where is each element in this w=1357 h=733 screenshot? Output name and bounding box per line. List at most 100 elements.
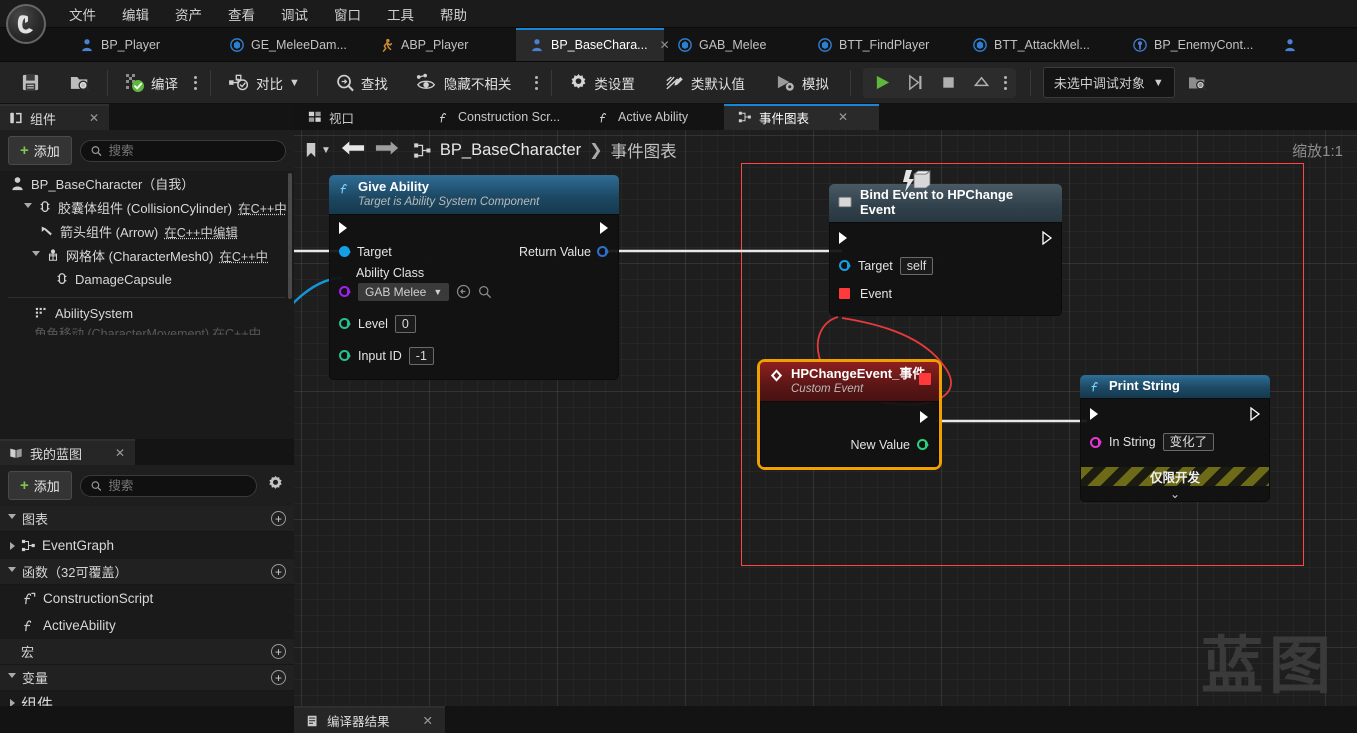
blueprint-canvas[interactable]: 蓝图 ▼ BP_BaseCharacter ❯ 事件图表 缩放1:1 Give … (294, 130, 1357, 733)
nav-forward-button[interactable] (375, 139, 399, 162)
graph-tab-construction-script[interactable]: Construction Scr... (424, 104, 584, 130)
class-defaults-button[interactable]: 类默认值 (656, 68, 754, 98)
node-print-string[interactable]: Print String In String 变化了 仅限开发 ⌄ (1080, 375, 1270, 502)
play-button[interactable] (867, 70, 898, 95)
exec-in-pin[interactable] (838, 231, 849, 245)
menu-item-file[interactable]: 文件 (56, 1, 109, 27)
components-search-input[interactable] (108, 143, 275, 158)
input-id-value-input[interactable]: -1 (408, 346, 434, 365)
add-variable-button[interactable]: + (271, 670, 286, 685)
component-row-charactermesh0[interactable]: 网格体 (CharacterMesh0) 在C++中 (0, 243, 294, 267)
menu-item-edit[interactable]: 编辑 (109, 1, 162, 27)
expand-node-chevron-icon[interactable]: ⌄ (1081, 487, 1269, 501)
node-bind-event-to-hpchange[interactable]: Bind Event to HPChange Event Target self (829, 184, 1062, 316)
graph-tab-active-ability[interactable]: Active Ability (584, 104, 724, 130)
compiler-results-tab[interactable]: 编译器结果 ✕ (294, 706, 445, 733)
menu-item-debug[interactable]: 调试 (268, 1, 321, 27)
stop-button[interactable] (933, 70, 964, 95)
asset-tab-bp-player[interactable]: BP_Player (66, 28, 216, 61)
close-icon[interactable]: ✕ (838, 110, 848, 124)
graph-bookmark-button[interactable]: ▼ (304, 141, 331, 160)
blueprint-row-eventgraph[interactable]: EventGraph (0, 532, 294, 559)
asset-tab-btt-findplayer[interactable]: BTT_FindPlayer (804, 28, 959, 61)
tab-components[interactable]: 组件 ✕ (0, 104, 110, 130)
asset-tab-btt-attackmelee[interactable]: BTT_AttackMel... (959, 28, 1119, 61)
graph-tab-event-graph[interactable]: 事件图表 ✕ (724, 104, 879, 130)
chevron-down-icon[interactable] (8, 514, 16, 523)
compile-options-kebab-icon[interactable] (189, 70, 202, 96)
blueprint-row-constructionscript[interactable]: ConstructionScript (0, 585, 294, 612)
event-delegate-output-pin[interactable] (919, 373, 931, 385)
add-blueprint-item-button[interactable]: + 添加 (8, 471, 72, 500)
menu-item-tools[interactable]: 工具 (374, 1, 427, 27)
component-row-collisioncylinder[interactable]: 胶囊体组件 (CollisionCylinder) 在C++中 (0, 195, 294, 219)
step-button[interactable] (900, 70, 931, 95)
debug-object-selector[interactable]: 未选中调试对象 ▼ (1042, 67, 1175, 98)
asset-tab-gab-melee[interactable]: GAB_Melee (664, 28, 804, 61)
exec-out-pin[interactable] (1042, 230, 1053, 245)
chevron-down-icon[interactable] (8, 567, 16, 576)
my-blueprint-search-box[interactable] (79, 474, 257, 497)
asset-tab-overflow[interactable] (1269, 28, 1303, 61)
asset-tab-bp-enemycontroller[interactable]: BP_EnemyCont... (1119, 28, 1269, 61)
section-header-variables[interactable]: 变量 + (0, 665, 294, 691)
play-options-kebab-icon[interactable] (999, 70, 1012, 96)
graph-tab-viewport[interactable]: 视口 (294, 104, 424, 130)
my-blueprint-settings-button[interactable] (265, 473, 286, 499)
add-macro-button[interactable]: + (271, 644, 286, 659)
menu-item-window[interactable]: 窗口 (321, 1, 374, 27)
exec-in-pin[interactable] (338, 221, 349, 235)
chevron-down-icon[interactable] (8, 673, 16, 682)
save-button[interactable] (12, 68, 49, 97)
exec-in-pin[interactable] (1089, 407, 1100, 421)
close-icon[interactable]: ✕ (89, 111, 99, 125)
compile-button[interactable]: 编译 (116, 68, 187, 98)
node-give-ability[interactable]: Give Ability Target is Ability System Co… (329, 175, 619, 380)
hide-unrelated-button[interactable]: 隐藏不相关 (407, 68, 521, 98)
chevron-right-icon[interactable] (10, 541, 15, 550)
close-icon[interactable]: ✕ (115, 446, 125, 460)
diff-button[interactable]: 对比 ▼ (219, 68, 309, 98)
find-button[interactable]: 查找 (326, 68, 397, 98)
eject-button[interactable] (966, 70, 997, 95)
section-header-functions[interactable]: 函数（32可覆盖） + (0, 559, 294, 585)
menu-item-view[interactable]: 查看 (215, 1, 268, 27)
my-blueprint-search-input[interactable] (108, 478, 246, 493)
component-row-bp-basecharacter[interactable]: BP_BaseCharacter（自我） (0, 171, 294, 195)
section-header-graphs[interactable]: 图表 + (0, 506, 294, 532)
blueprint-row-activeability[interactable]: ActiveAbility (0, 612, 294, 639)
unreal-engine-logo-icon[interactable] (6, 4, 46, 44)
class-settings-button[interactable]: 类设置 (560, 68, 644, 98)
components-search-box[interactable] (79, 139, 286, 162)
component-row-damagecapsule[interactable]: DamageCapsule (0, 267, 294, 291)
component-row-arrow[interactable]: 箭头组件 (Arrow) 在C++中编辑 (0, 219, 294, 243)
menu-item-help[interactable]: 帮助 (427, 1, 480, 27)
component-row-partial[interactable]: 角色移动 (CharacterMovement) 在C++中 (0, 325, 294, 336)
add-graph-button[interactable]: + (271, 511, 286, 526)
breadcrumb-child[interactable]: 事件图表 (611, 138, 677, 162)
ability-class-browse-button[interactable] (478, 285, 492, 299)
component-edit-hint[interactable]: 在C++中编辑 (164, 222, 238, 241)
component-row-abilitysystem[interactable]: AbilitySystem (0, 301, 294, 325)
view-options-kebab-icon[interactable] (530, 70, 543, 96)
asset-tab-abp-player[interactable]: ABP_Player (366, 28, 516, 61)
menu-item-asset[interactable]: 资产 (162, 1, 215, 27)
component-edit-hint[interactable]: 在C++中 (238, 198, 287, 217)
exec-out-pin[interactable] (1250, 407, 1261, 421)
ability-class-browse-back-button[interactable] (456, 284, 471, 299)
asset-tab-ge-meleedamage[interactable]: GE_MeleeDam... (216, 28, 366, 61)
close-icon[interactable]: ✕ (423, 713, 433, 728)
event-delegate-pin[interactable] (839, 288, 850, 300)
nav-back-button[interactable] (341, 139, 365, 162)
component-edit-hint[interactable]: 在C++中 (219, 246, 268, 265)
chevron-down-icon[interactable] (32, 250, 40, 260)
exec-out-pin[interactable] (919, 410, 930, 424)
level-value-input[interactable]: 0 (394, 314, 416, 333)
add-component-button[interactable]: + 添加 (8, 136, 72, 165)
ability-class-dropdown[interactable]: GAB Melee ▼ (358, 282, 450, 301)
breadcrumb-root[interactable]: BP_BaseCharacter (440, 141, 581, 160)
asset-tab-bp-basecharacter[interactable]: BP_BaseChara... ✕ (516, 28, 670, 61)
simulate-button[interactable]: 模拟 (766, 68, 838, 98)
in-string-value-input[interactable]: 变化了 (1162, 433, 1215, 451)
target-value-input[interactable]: self (899, 256, 934, 275)
